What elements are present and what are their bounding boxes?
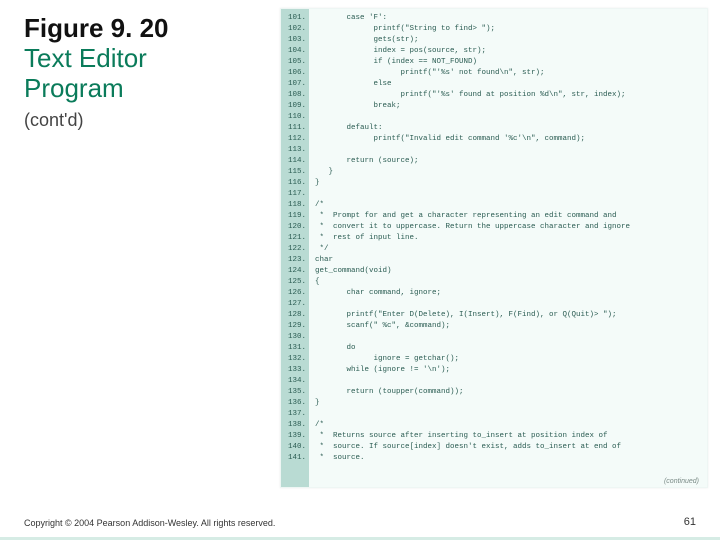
code-inner: 101. 102. 103. 104. 105. 106. 107. 108. … — [281, 9, 707, 487]
continued-subtitle: (cont'd) — [24, 110, 169, 131]
code-listing: case 'F': printf("String to find> "); ge… — [309, 9, 707, 487]
code-image: 101. 102. 103. 104. 105. 106. 107. 108. … — [280, 8, 708, 488]
slide: Figure 9. 20 Text Editor Program (cont'd… — [0, 0, 720, 540]
figure-title-line1: Text Editor — [24, 44, 169, 74]
title-block: Figure 9. 20 Text Editor Program (cont'd… — [24, 14, 169, 131]
figure-title-line2: Program — [24, 74, 169, 104]
line-number-gutter: 101. 102. 103. 104. 105. 106. 107. 108. … — [281, 9, 309, 487]
figure-number: Figure 9. 20 — [24, 14, 169, 44]
continued-label: (continued) — [664, 478, 699, 485]
page-number: 61 — [684, 516, 696, 528]
copyright-footer: Copyright © 2004 Pearson Addison-Wesley.… — [24, 518, 275, 528]
